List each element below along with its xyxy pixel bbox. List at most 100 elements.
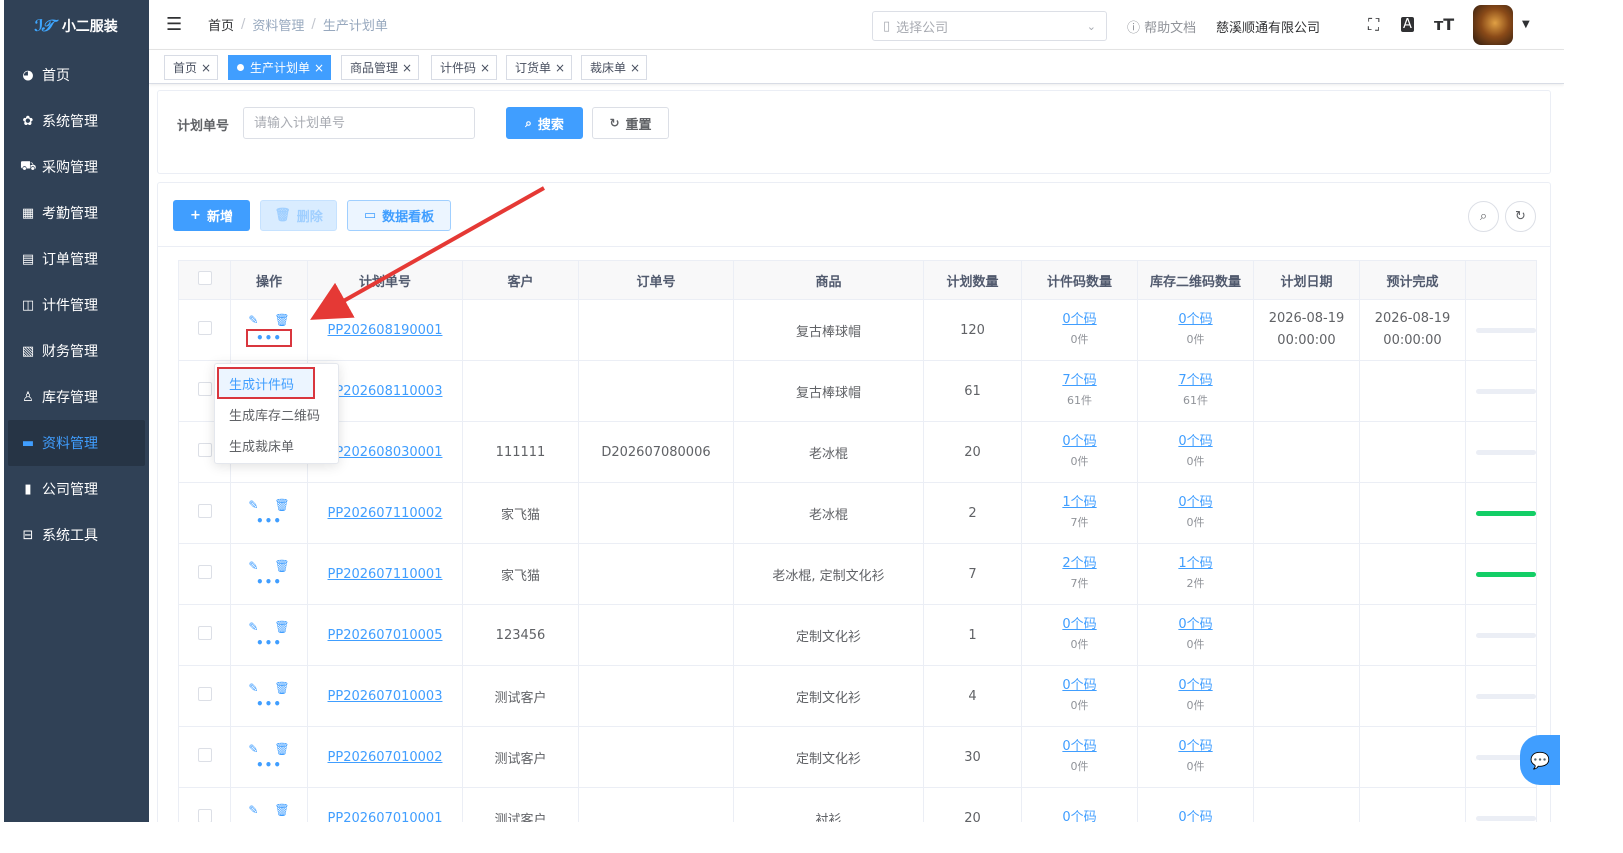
stock-code-link[interactable]: 0个码 [1138, 432, 1253, 452]
trash-icon[interactable]: 🗑 [274, 313, 289, 327]
row-checkbox[interactable] [197, 626, 212, 640]
plan-number-link[interactable]: PP202608030001 [328, 445, 443, 460]
refresh-button[interactable]: ↻ [1505, 201, 1536, 232]
stock-code-link[interactable]: 0个码 [1138, 615, 1253, 635]
tag-production-plan[interactable]: 生产计划单 × [228, 55, 332, 80]
logo[interactable]: ℐ𝒯 小二服装 [4, 0, 149, 52]
piece-code-link[interactable]: 0个码 [1022, 310, 1137, 330]
edit-icon[interactable]: ✎ [248, 803, 258, 817]
row-checkbox[interactable] [197, 565, 212, 579]
plan-number-link[interactable]: PP202607110001 [328, 567, 443, 582]
stock-code-link[interactable]: 7个码 [1138, 371, 1253, 391]
sidebar-item-0[interactable]: ◕ 首页 [8, 52, 145, 98]
piece-code-link[interactable]: 0个码 [1022, 676, 1137, 696]
piece-code-link[interactable]: 0个码 [1022, 737, 1137, 757]
tag-purchase-order[interactable]: 订货单 × [506, 55, 573, 80]
sidebar-item-4[interactable]: ▤ 订单管理 [8, 236, 145, 282]
company-select[interactable]: ▯ 选择公司 ⌄ [872, 11, 1107, 41]
stock-code-link[interactable]: 0个码 [1138, 676, 1253, 696]
close-icon[interactable]: × [555, 61, 565, 75]
font-size-icon[interactable]: A [1401, 17, 1414, 32]
sidebar-item-9[interactable]: ▮ 公司管理 [8, 466, 145, 512]
edit-icon[interactable]: ✎ [248, 313, 258, 327]
more-actions-button[interactable]: ••• [256, 636, 282, 650]
trash-icon[interactable]: 🗑 [274, 559, 289, 573]
close-icon[interactable]: × [630, 61, 640, 75]
row-checkbox[interactable] [197, 443, 212, 457]
edit-icon[interactable]: ✎ [248, 681, 258, 695]
row-checkbox[interactable] [197, 321, 212, 335]
caret-down-icon[interactable]: ▼ [1522, 19, 1530, 30]
sidebar-item-8[interactable]: ▬ 资料管理 [8, 420, 145, 466]
sidebar-item-5[interactable]: ◫ 计件管理 [8, 282, 145, 328]
sidebar-item-7[interactable]: ♙ 库存管理 [8, 374, 145, 420]
plan-number-link[interactable]: PP202607010002 [328, 750, 443, 765]
trash-icon[interactable]: 🗑 [274, 498, 289, 512]
help-link[interactable]: ⓘ 帮助文档 [1127, 17, 1196, 36]
trash-icon[interactable]: 🗑 [274, 803, 289, 817]
close-icon[interactable]: × [480, 61, 490, 75]
generate-stock-qrcode-item[interactable]: 生成库存二维码 [215, 399, 338, 429]
text-size-icon[interactable]: ᴛT [1434, 15, 1454, 34]
close-icon[interactable]: × [201, 61, 211, 75]
trash-icon[interactable]: 🗑 [274, 742, 289, 756]
close-icon[interactable]: × [402, 61, 412, 75]
trash-icon[interactable]: 🗑 [274, 681, 289, 695]
more-actions-button[interactable]: ••• [245, 329, 292, 347]
edit-icon[interactable]: ✎ [248, 620, 258, 634]
delete-button[interactable]: 🗑 删除 [260, 200, 337, 231]
data-board-button[interactable]: ▭ 数据看板 [347, 200, 451, 231]
plan-number-link[interactable]: PP202607010003 [328, 689, 443, 704]
row-checkbox[interactable] [197, 687, 212, 701]
piece-code-link[interactable]: 7个码 [1022, 371, 1137, 391]
piece-code-link[interactable]: 2个码 [1022, 554, 1137, 574]
row-checkbox[interactable] [197, 504, 212, 518]
fullscreen-icon[interactable]: ⛶ [1368, 15, 1379, 35]
piece-code-link[interactable]: 1个码 [1022, 493, 1137, 513]
stock-code-link[interactable]: 0个码 [1138, 493, 1253, 513]
row-checkbox[interactable] [197, 748, 212, 762]
generate-cutting-order-item[interactable]: 生成裁床单 [215, 430, 338, 460]
piece-code-link[interactable]: 0个码 [1022, 615, 1137, 635]
piece-code-link[interactable]: 0个码 [1022, 432, 1137, 452]
plan-number-link[interactable]: PP202607010005 [328, 628, 443, 643]
plan-number-link[interactable]: PP202608110003 [328, 384, 443, 399]
sidebar-item-3[interactable]: ▦ 考勤管理 [8, 190, 145, 236]
select-all-checkbox[interactable] [197, 271, 212, 285]
close-icon[interactable]: × [314, 61, 324, 75]
breadcrumb-home[interactable]: 首页 [208, 15, 234, 34]
tag-cutting-order[interactable]: 裁床单 × [581, 55, 648, 80]
search-button[interactable]: ⌕ 搜索 [506, 107, 583, 139]
tag-home[interactable]: 首页 × [164, 55, 219, 80]
add-button[interactable]: + 新增 [173, 200, 250, 231]
reset-button[interactable]: ↻ 重置 [592, 107, 669, 139]
trash-icon[interactable]: 🗑 [274, 620, 289, 634]
stock-code-link[interactable]: 1个码 [1138, 554, 1253, 574]
sidebar-item-10[interactable]: ⊟ 系统工具 [8, 512, 145, 558]
more-actions-button[interactable]: ••• [256, 819, 282, 822]
edit-icon[interactable]: ✎ [248, 559, 258, 573]
sidebar-item-1[interactable]: ✿ 系统管理 [8, 98, 145, 144]
avatar[interactable] [1473, 5, 1513, 45]
edit-icon[interactable]: ✎ [248, 498, 258, 512]
piece-code-link[interactable]: 0个码 [1022, 808, 1137, 822]
edit-icon[interactable]: ✎ [248, 742, 258, 756]
tag-piece-code[interactable]: 计件码 × [431, 55, 498, 80]
more-actions-button[interactable]: ••• [256, 697, 282, 711]
sidebar-item-2[interactable]: ⛟ 采购管理 [8, 144, 145, 190]
chat-icon[interactable]: 💬 [1520, 735, 1560, 785]
stock-code-link[interactable]: 0个码 [1138, 808, 1253, 822]
plan-number-link[interactable]: PP202607010001 [328, 811, 443, 823]
row-checkbox[interactable] [197, 382, 212, 396]
more-actions-button[interactable]: ••• [256, 575, 282, 589]
more-actions-button[interactable]: ••• [256, 758, 282, 772]
hamburger-icon[interactable]: ☰ [166, 14, 186, 35]
tag-product-management[interactable]: 商品管理 × [341, 55, 420, 80]
generate-piece-code-item[interactable]: 生成计件码 [217, 367, 315, 399]
plan-number-link[interactable]: PP202608190001 [328, 323, 443, 338]
row-checkbox[interactable] [197, 809, 212, 822]
stock-code-link[interactable]: 0个码 [1138, 310, 1253, 330]
sidebar-item-6[interactable]: ▧ 财务管理 [8, 328, 145, 374]
toggle-search-button[interactable]: ⌕ [1468, 201, 1499, 232]
plan-number-link[interactable]: PP202607110002 [328, 506, 443, 521]
